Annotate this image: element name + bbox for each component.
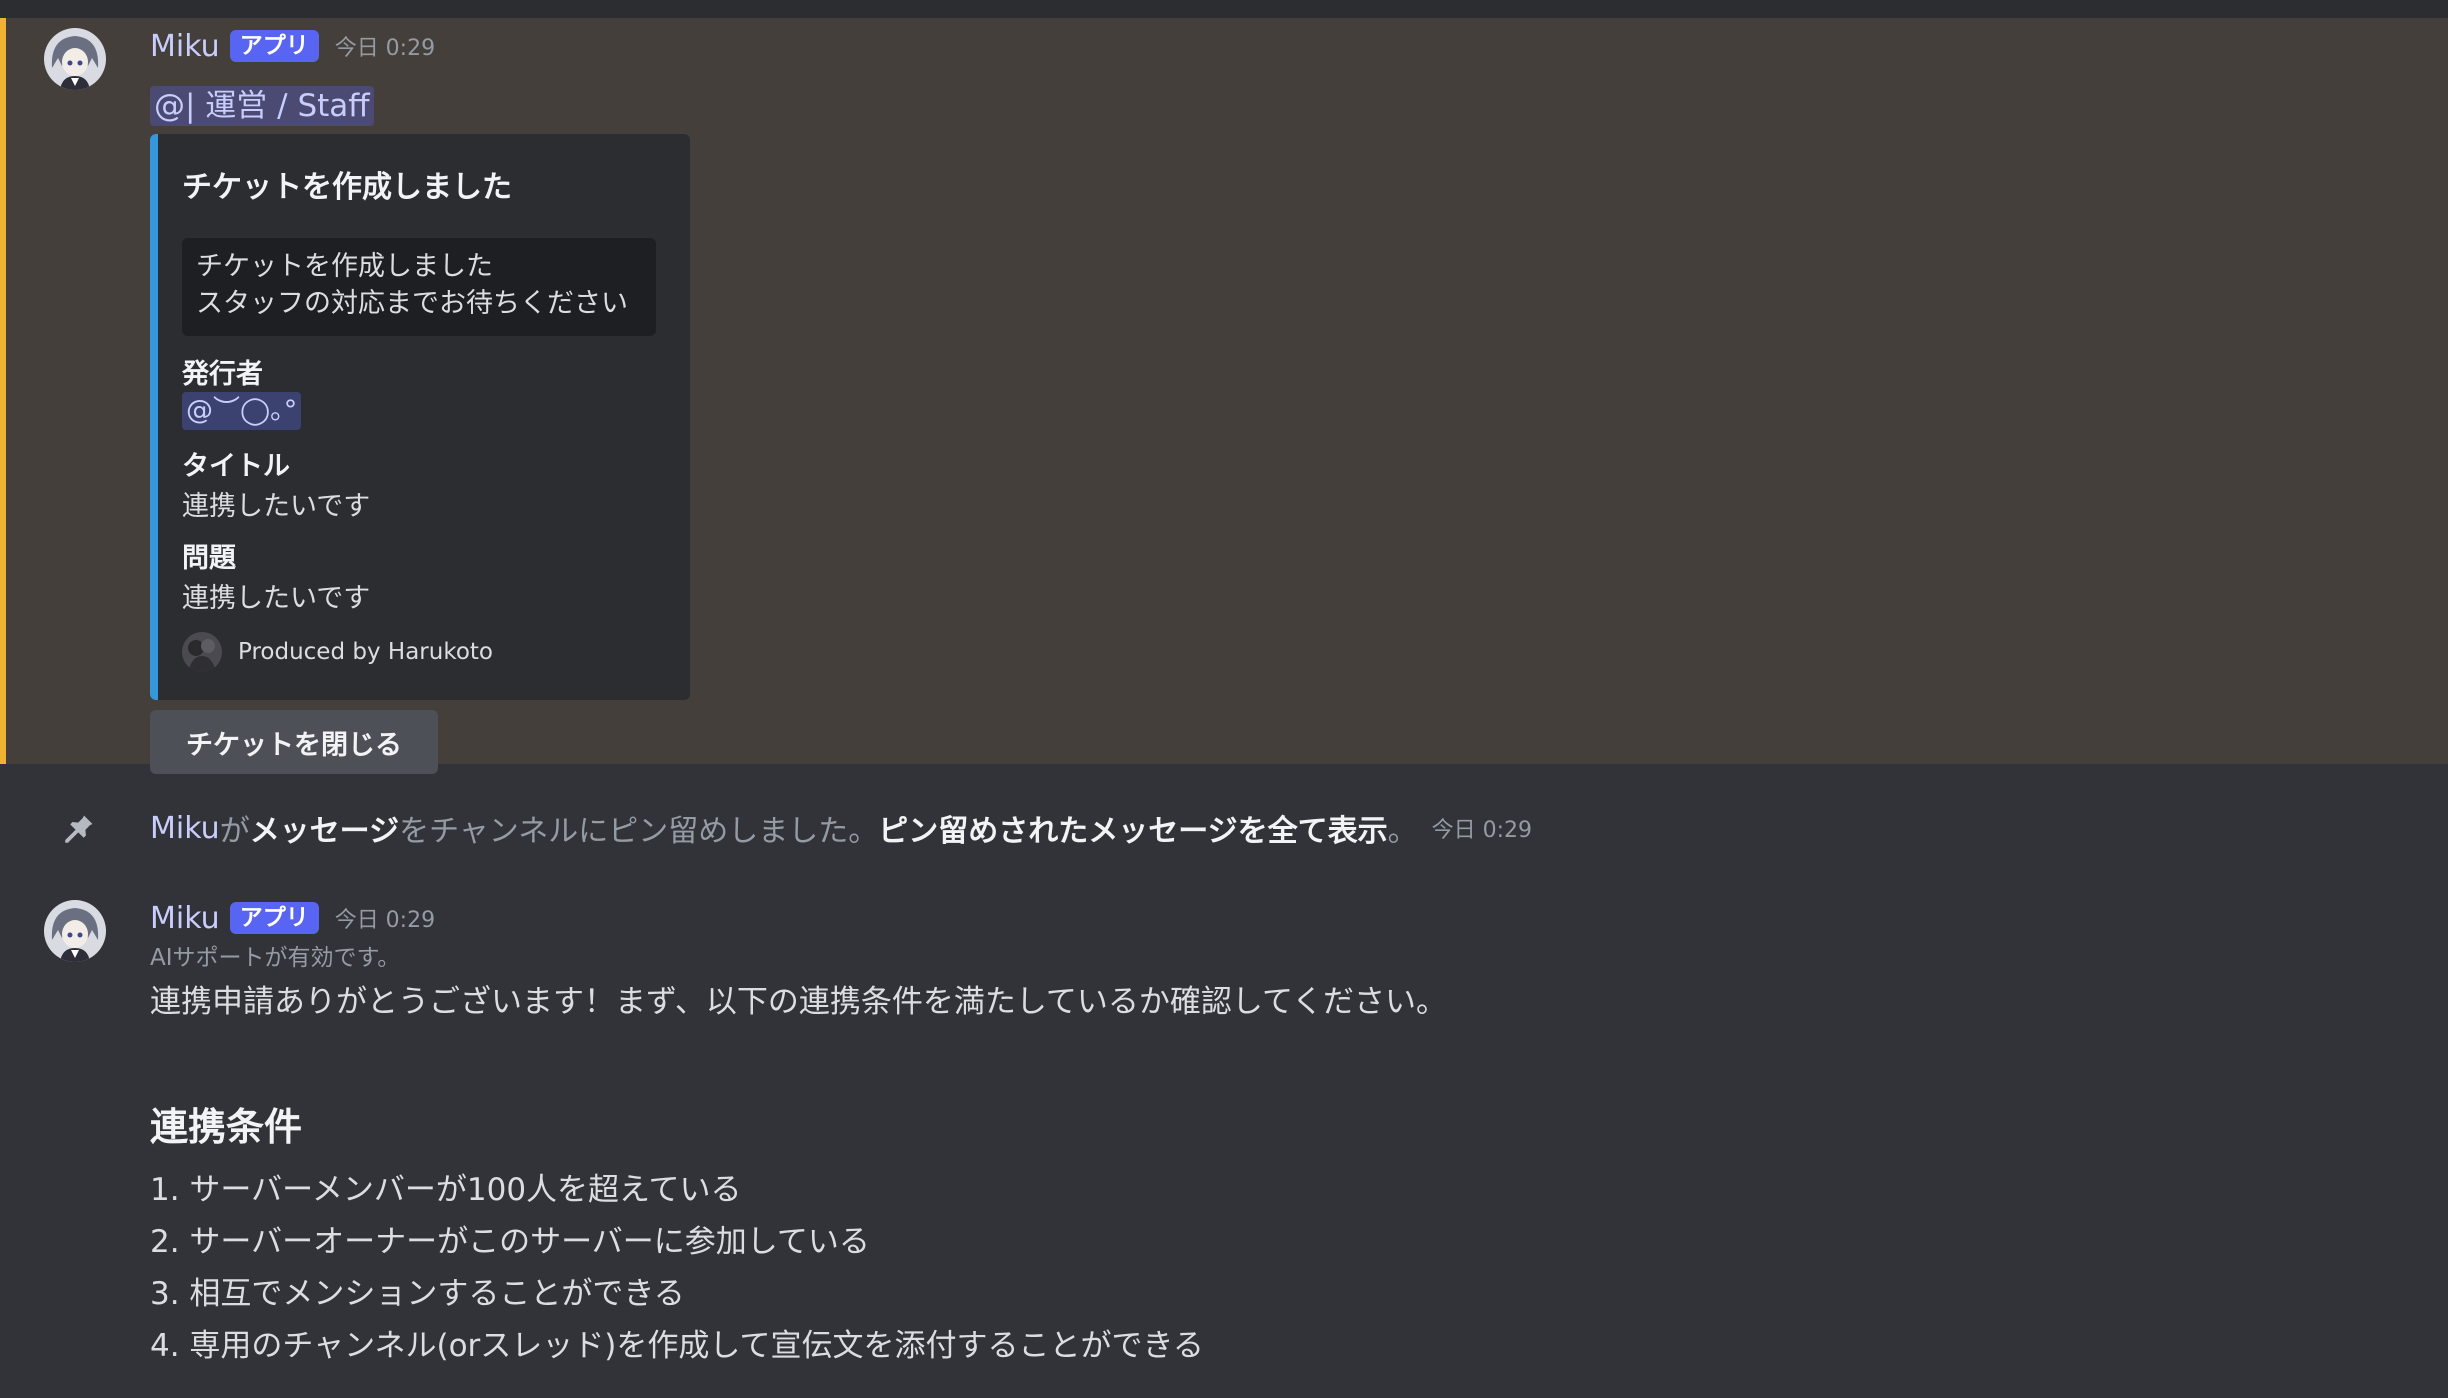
- field-name-problem: 問題: [182, 543, 236, 574]
- list-item: 3. 相互でメンションすることができる: [150, 1276, 685, 1312]
- timestamp[interactable]: 今日 0:29: [1432, 812, 1532, 844]
- embed-footer: Produced by Harukoto: [182, 630, 493, 674]
- field-name-title: タイトル: [182, 451, 290, 482]
- view-all-pins-link[interactable]: ピン留めされたメッセージを全て表示: [878, 806, 1387, 850]
- message-body-intro: 連携申請ありがとうございます！まず、以下の連携条件を満たしているか確認してくださ…: [150, 984, 1448, 1020]
- embed-accent-bar: [150, 134, 158, 700]
- timestamp[interactable]: 今日 0:29: [335, 902, 435, 934]
- pin-icon: [62, 812, 96, 846]
- ai-support-note: AIサポートが有効です。: [150, 945, 401, 971]
- top-bar: [0, 0, 2448, 18]
- role-mention[interactable]: @| 運営 / Staff: [150, 86, 374, 126]
- footer-avatar-icon: [182, 632, 222, 672]
- mention-highlight-bar: [0, 18, 6, 764]
- app-badge: アプリ: [229, 30, 319, 62]
- pin-text-part: をチャンネルにピン留めしました。: [399, 814, 879, 849]
- code-line: スタッフの対応までお待ちください: [196, 288, 628, 319]
- pinned-message-link[interactable]: メッセージ: [250, 806, 399, 850]
- list-item: 4. 専用のチャンネル(orスレッド)を作成して宣伝文を添付することができる: [150, 1328, 1204, 1364]
- conditions-list: 1. サーバーメンバーが100人を超えている 2. サーバーオーナーがこのサーバ…: [150, 1164, 1204, 1372]
- embed-title: チケットを作成しました: [182, 170, 512, 205]
- conditions-heading: 連携条件: [150, 1105, 303, 1149]
- avatar[interactable]: [44, 900, 106, 962]
- username[interactable]: Miku: [150, 29, 220, 64]
- timestamp[interactable]: 今日 0:29: [335, 30, 435, 62]
- field-value-problem: 連携したいです: [182, 583, 371, 614]
- message-ticket-created: Miku アプリ 今日 0:29 @| 運営 / Staff チケットを作成しま…: [0, 18, 2448, 774]
- username[interactable]: Miku: [150, 901, 220, 936]
- footer-text: Produced by Harukoto: [238, 639, 493, 665]
- code-line: チケットを作成しました: [196, 251, 493, 282]
- pin-username[interactable]: Miku: [150, 811, 220, 846]
- avatar[interactable]: [44, 28, 106, 90]
- message-header: Miku アプリ 今日 0:29: [150, 900, 435, 936]
- pin-text-part: が: [219, 814, 250, 849]
- field-name-issuer: 発行者: [182, 359, 263, 390]
- list-item: 1. サーバーメンバーが100人を超えている: [150, 1172, 742, 1208]
- user-mention[interactable]: @︶◯｡°: [182, 392, 302, 430]
- list-item: 2. サーバーオーナーがこのサーバーに参加している: [150, 1224, 870, 1260]
- field-value-title: 連携したいです: [182, 491, 371, 522]
- close-ticket-button[interactable]: チケットを閉じる: [150, 710, 438, 774]
- ticket-embed: チケットを作成しました チケットを作成しました スタッフの対応までお待ちください…: [150, 134, 690, 700]
- message-header: Miku アプリ 今日 0:29: [150, 28, 435, 64]
- app-badge: アプリ: [229, 902, 319, 934]
- pin-system-message: Miku が メッセージ をチャンネルにピン留めしました。 ピン留めされたメッセ…: [150, 806, 1532, 850]
- embed-code-block: チケットを作成しました スタッフの対応までお待ちください: [182, 238, 656, 336]
- pin-text-part: 。: [1387, 814, 1418, 849]
